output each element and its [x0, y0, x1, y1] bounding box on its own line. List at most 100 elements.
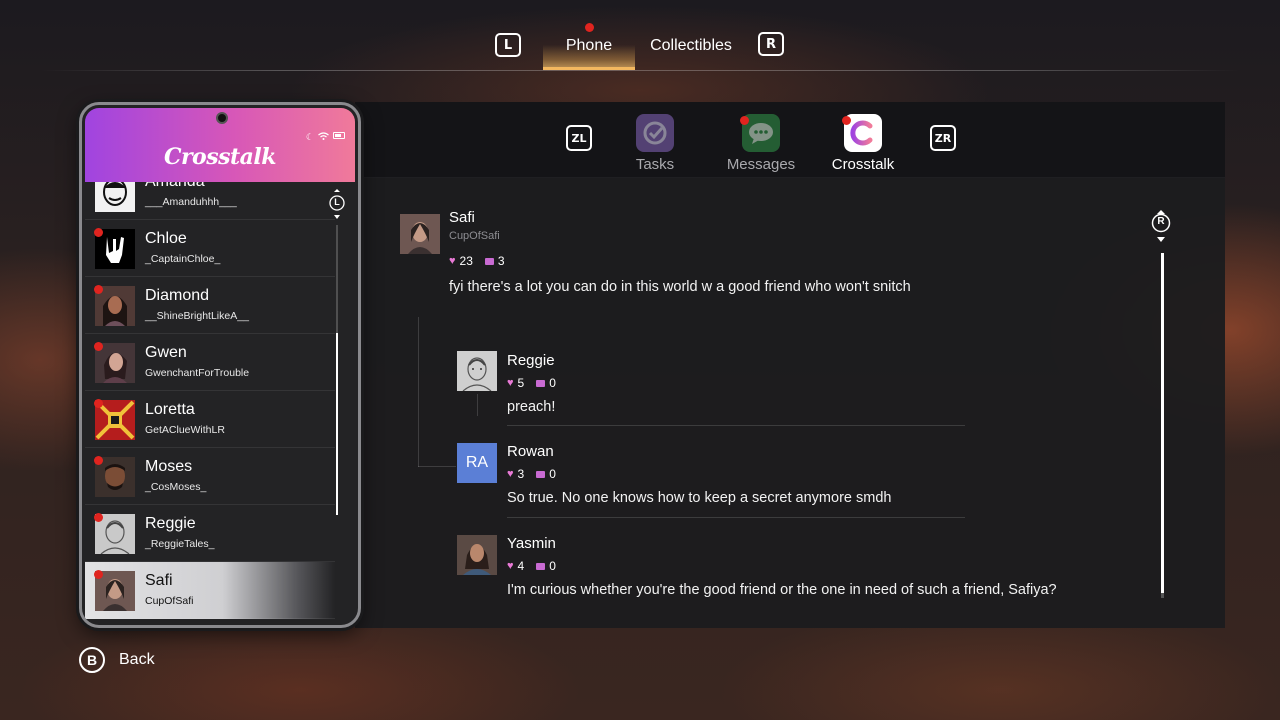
- contact-name: Amanda: [145, 182, 205, 191]
- reply-stats: ♥ 3 0: [507, 467, 556, 481]
- reply-author: Rowan: [507, 443, 554, 460]
- notification-dot: [94, 399, 103, 408]
- notification-dot: [94, 513, 103, 522]
- notification-dot: [740, 116, 749, 125]
- contact-name: Loretta: [145, 401, 195, 418]
- reply-text: So true. No one knows how to keep a secr…: [507, 490, 892, 506]
- app-messages[interactable]: Messages: [716, 114, 806, 173]
- contact-amanda[interactable]: Amanda ___Amanduhhh___: [85, 182, 335, 220]
- back-button[interactable]: B Back: [79, 647, 155, 673]
- app-switcher: ZL Tasks Messages Crosstalk ZR: [355, 102, 1225, 178]
- thread-line: [418, 317, 419, 467]
- tab-phone[interactable]: Phone: [543, 23, 635, 70]
- notification-dot: [94, 342, 103, 351]
- notification-dot: [94, 456, 103, 465]
- notification-dot: [94, 228, 103, 237]
- camera-icon: [216, 112, 228, 124]
- contact-handle: _CaptainChloe_: [145, 253, 221, 265]
- contact-handle: ___Amanduhhh___: [145, 196, 237, 208]
- contact-reggie[interactable]: Reggie _ReggieTales_: [85, 505, 335, 562]
- battery-icon: [333, 132, 345, 139]
- avatar-rowan: RA: [457, 443, 497, 483]
- reply-likes: 4: [517, 559, 525, 573]
- reply-stats: ♥ 5 0: [507, 376, 556, 390]
- post-comments: 3: [497, 254, 505, 268]
- contact-handle: GwenchantForTrouble: [145, 367, 250, 379]
- top-navigation: L Phone Collectibles R: [0, 0, 1280, 72]
- contact-safi[interactable]: Safi CupOfSafi: [85, 562, 335, 619]
- post-thread: Safi CupOfSafi ♥ 23 3 fyi there's a lot y…: [355, 179, 1225, 628]
- comment-icon: [536, 470, 546, 478]
- tab-collectibles-label: Collectibles: [650, 37, 732, 54]
- r-bumper-button[interactable]: R: [758, 32, 784, 56]
- reply-text: I'm curious whether you're the good frie…: [507, 582, 1057, 598]
- zr-trigger-button[interactable]: ZR: [930, 125, 956, 151]
- r-stick-scroll-indicator: R: [1150, 210, 1172, 242]
- reply-stats: ♥ 4 0: [507, 559, 556, 573]
- post-author: Safi: [449, 209, 475, 226]
- comment-icon: [484, 257, 494, 265]
- phone-header: ☾ Crosstalk: [85, 108, 355, 182]
- l-bumper-button[interactable]: L: [495, 33, 521, 57]
- avatar-amanda: [95, 182, 135, 212]
- nav-divider: [40, 70, 1240, 71]
- l-stick-label: L: [334, 197, 340, 207]
- back-label: Back: [119, 651, 155, 668]
- zl-trigger-button[interactable]: ZL: [566, 125, 592, 151]
- avatar-yasmin: [457, 535, 497, 575]
- reply-comments: 0: [549, 376, 556, 390]
- tab-collectibles[interactable]: Collectibles: [644, 30, 738, 70]
- contact-loretta[interactable]: Loretta GetAClueWithLR: [85, 391, 335, 448]
- contact-name: Chloe: [145, 230, 187, 247]
- comment-icon: [536, 379, 546, 387]
- post-stats: ♥ 23 3: [449, 254, 505, 268]
- contact-name: Gwen: [145, 344, 187, 361]
- status-bar: ☾: [306, 132, 345, 143]
- reply-text: preach!: [507, 399, 556, 415]
- checkmark-icon: [636, 114, 674, 152]
- contact-handle: _ReggieTales_: [145, 538, 215, 550]
- post-scrollbar-thumb[interactable]: [1161, 253, 1164, 593]
- contact-chloe[interactable]: Chloe _CaptainChloe_: [85, 220, 335, 277]
- notification-dot: [94, 285, 103, 294]
- reply-divider: [507, 517, 965, 518]
- heart-icon: ♥: [507, 560, 514, 572]
- notification-dot: [585, 23, 594, 32]
- b-button-icon: B: [79, 647, 105, 673]
- app-tasks[interactable]: Tasks: [610, 114, 700, 173]
- avatar-safi: [400, 214, 440, 254]
- contact-name: Moses: [145, 458, 193, 475]
- heart-icon: ♥: [449, 255, 456, 267]
- reply-divider: [507, 425, 965, 426]
- contact-list: Amanda ___Amanduhhh___ Chloe _CaptainChl…: [85, 182, 335, 623]
- contact-diamond[interactable]: Diamond __ShineBrightLikeA__: [85, 277, 335, 334]
- app-crosstalk[interactable]: Crosstalk: [818, 114, 908, 173]
- contact-handle: GetAClueWithLR: [145, 424, 225, 436]
- phone-frame: ☾ Crosstalk Amanda ___Amanduhhh___ Chloe…: [79, 102, 361, 628]
- contact-moses[interactable]: Moses _CosMoses_: [85, 448, 335, 505]
- l-stick-scroll-indicator: L: [329, 189, 345, 219]
- app-tasks-label: Tasks: [635, 156, 675, 173]
- app-crosstalk-label: Crosstalk: [831, 156, 895, 173]
- notification-dot: [842, 116, 851, 125]
- contact-scrollbar-thumb[interactable]: [336, 333, 338, 515]
- thread-line: [477, 394, 478, 416]
- post-handle: CupOfSafi: [449, 230, 500, 242]
- post-likes: 23: [459, 254, 473, 268]
- contact-handle: __ShineBrightLikeA__: [145, 310, 249, 322]
- contact-gwen[interactable]: Gwen GwenchantForTrouble: [85, 334, 335, 391]
- contact-name: Safi: [145, 572, 173, 589]
- reply-comments: 0: [549, 559, 556, 573]
- heart-icon: ♥: [507, 377, 514, 389]
- wifi-icon: [318, 132, 329, 143]
- contact-name: Diamond: [145, 287, 210, 304]
- r-stick-label: R: [1157, 216, 1165, 227]
- reply-author: Reggie: [507, 352, 555, 369]
- contact-name: Reggie: [145, 515, 196, 532]
- avatar-initials: RA: [465, 454, 489, 471]
- app-title: Crosstalk: [163, 144, 277, 170]
- contact-handle: _CosMoses_: [145, 481, 207, 493]
- moon-icon: ☾: [305, 132, 314, 142]
- heart-icon: ♥: [507, 468, 514, 480]
- tab-phone-label: Phone: [565, 37, 613, 54]
